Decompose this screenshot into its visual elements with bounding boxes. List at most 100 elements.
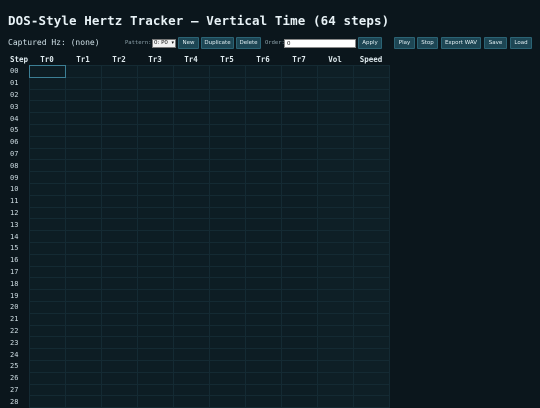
cell-tr2[interactable] bbox=[100, 395, 138, 408]
cell-tr4[interactable] bbox=[172, 171, 210, 184]
cell-speed[interactable] bbox=[352, 371, 390, 385]
cell-tr3[interactable] bbox=[136, 300, 174, 314]
cell-tr3[interactable] bbox=[136, 348, 174, 361]
cell-tr2[interactable] bbox=[100, 336, 138, 350]
cell-tr2[interactable] bbox=[100, 100, 138, 114]
cell-tr7[interactable] bbox=[280, 65, 318, 78]
cell-speed[interactable] bbox=[352, 194, 390, 208]
cell-speed[interactable] bbox=[352, 277, 390, 291]
cell-tr4[interactable] bbox=[172, 76, 210, 90]
cell-tr4[interactable] bbox=[172, 159, 210, 173]
cell-tr5[interactable] bbox=[208, 324, 246, 338]
cell-tr6[interactable] bbox=[244, 230, 282, 243]
cell-tr0[interactable] bbox=[28, 241, 66, 255]
cell-tr1[interactable] bbox=[64, 171, 102, 184]
cell-tr0[interactable] bbox=[28, 300, 66, 314]
cell-tr3[interactable] bbox=[136, 312, 174, 326]
cell-tr4[interactable] bbox=[172, 289, 210, 302]
cell-tr3[interactable] bbox=[136, 76, 174, 90]
cell-tr4[interactable] bbox=[172, 218, 210, 232]
cell-tr1[interactable] bbox=[64, 123, 102, 137]
cell-speed[interactable] bbox=[352, 88, 390, 102]
cell-tr5[interactable] bbox=[208, 135, 246, 149]
cell-tr0[interactable] bbox=[28, 230, 66, 243]
cell-vol[interactable] bbox=[316, 182, 354, 196]
cell-tr0[interactable] bbox=[28, 182, 66, 196]
cell-tr2[interactable] bbox=[100, 135, 138, 149]
cell-tr2[interactable] bbox=[100, 383, 138, 397]
cell-vol[interactable] bbox=[316, 112, 354, 125]
cell-tr6[interactable] bbox=[244, 300, 282, 314]
cell-tr5[interactable] bbox=[208, 182, 246, 196]
cell-tr1[interactable] bbox=[64, 324, 102, 338]
cell-tr3[interactable] bbox=[136, 336, 174, 350]
cell-tr5[interactable] bbox=[208, 383, 246, 397]
cell-tr0[interactable] bbox=[28, 65, 66, 78]
cell-tr3[interactable] bbox=[136, 371, 174, 385]
cell-vol[interactable] bbox=[316, 289, 354, 302]
cell-tr6[interactable] bbox=[244, 100, 282, 114]
cell-tr5[interactable] bbox=[208, 218, 246, 232]
cell-tr1[interactable] bbox=[64, 206, 102, 220]
cell-tr3[interactable] bbox=[136, 159, 174, 173]
cell-tr3[interactable] bbox=[136, 383, 174, 397]
cell-tr3[interactable] bbox=[136, 65, 174, 78]
cell-tr0[interactable] bbox=[28, 112, 66, 125]
cell-tr0[interactable] bbox=[28, 253, 66, 267]
play-button[interactable]: Play bbox=[394, 37, 415, 49]
cell-tr4[interactable] bbox=[172, 230, 210, 243]
cell-tr6[interactable] bbox=[244, 194, 282, 208]
cell-tr2[interactable] bbox=[100, 112, 138, 125]
cell-vol[interactable] bbox=[316, 123, 354, 137]
cell-tr3[interactable] bbox=[136, 171, 174, 184]
cell-speed[interactable] bbox=[352, 135, 390, 149]
cell-vol[interactable] bbox=[316, 206, 354, 220]
cell-tr5[interactable] bbox=[208, 265, 246, 279]
cell-tr3[interactable] bbox=[136, 218, 174, 232]
cell-tr2[interactable] bbox=[100, 218, 138, 232]
cell-tr2[interactable] bbox=[100, 76, 138, 90]
cell-tr7[interactable] bbox=[280, 312, 318, 326]
cell-tr4[interactable] bbox=[172, 123, 210, 137]
cell-vol[interactable] bbox=[316, 359, 354, 373]
cell-tr7[interactable] bbox=[280, 277, 318, 291]
cell-tr5[interactable] bbox=[208, 359, 246, 373]
cell-tr6[interactable] bbox=[244, 336, 282, 350]
cell-tr5[interactable] bbox=[208, 241, 246, 255]
cell-tr5[interactable] bbox=[208, 289, 246, 302]
cell-speed[interactable] bbox=[352, 300, 390, 314]
cell-tr6[interactable] bbox=[244, 147, 282, 161]
cell-speed[interactable] bbox=[352, 147, 390, 161]
cell-tr7[interactable] bbox=[280, 348, 318, 361]
cell-tr6[interactable] bbox=[244, 265, 282, 279]
cell-tr5[interactable] bbox=[208, 159, 246, 173]
cell-tr1[interactable] bbox=[64, 76, 102, 90]
cell-speed[interactable] bbox=[352, 182, 390, 196]
cell-tr4[interactable] bbox=[172, 336, 210, 350]
cell-vol[interactable] bbox=[316, 65, 354, 78]
cell-tr2[interactable] bbox=[100, 206, 138, 220]
cell-tr2[interactable] bbox=[100, 300, 138, 314]
cell-tr3[interactable] bbox=[136, 324, 174, 338]
cell-tr4[interactable] bbox=[172, 395, 210, 408]
cell-tr7[interactable] bbox=[280, 123, 318, 137]
cell-vol[interactable] bbox=[316, 88, 354, 102]
cell-tr3[interactable] bbox=[136, 359, 174, 373]
cell-vol[interactable] bbox=[316, 336, 354, 350]
cell-tr0[interactable] bbox=[28, 359, 66, 373]
cell-tr6[interactable] bbox=[244, 359, 282, 373]
cell-tr4[interactable] bbox=[172, 277, 210, 291]
cell-tr0[interactable] bbox=[28, 171, 66, 184]
cell-tr3[interactable] bbox=[136, 112, 174, 125]
apply-order-button[interactable]: Apply bbox=[358, 37, 382, 49]
cell-tr0[interactable] bbox=[28, 289, 66, 302]
cell-tr5[interactable] bbox=[208, 65, 246, 78]
cell-speed[interactable] bbox=[352, 359, 390, 373]
cell-tr4[interactable] bbox=[172, 241, 210, 255]
cell-tr1[interactable] bbox=[64, 265, 102, 279]
cell-vol[interactable] bbox=[316, 253, 354, 267]
cell-tr5[interactable] bbox=[208, 336, 246, 350]
cell-tr3[interactable] bbox=[136, 395, 174, 408]
cell-tr5[interactable] bbox=[208, 253, 246, 267]
cell-tr3[interactable] bbox=[136, 182, 174, 196]
